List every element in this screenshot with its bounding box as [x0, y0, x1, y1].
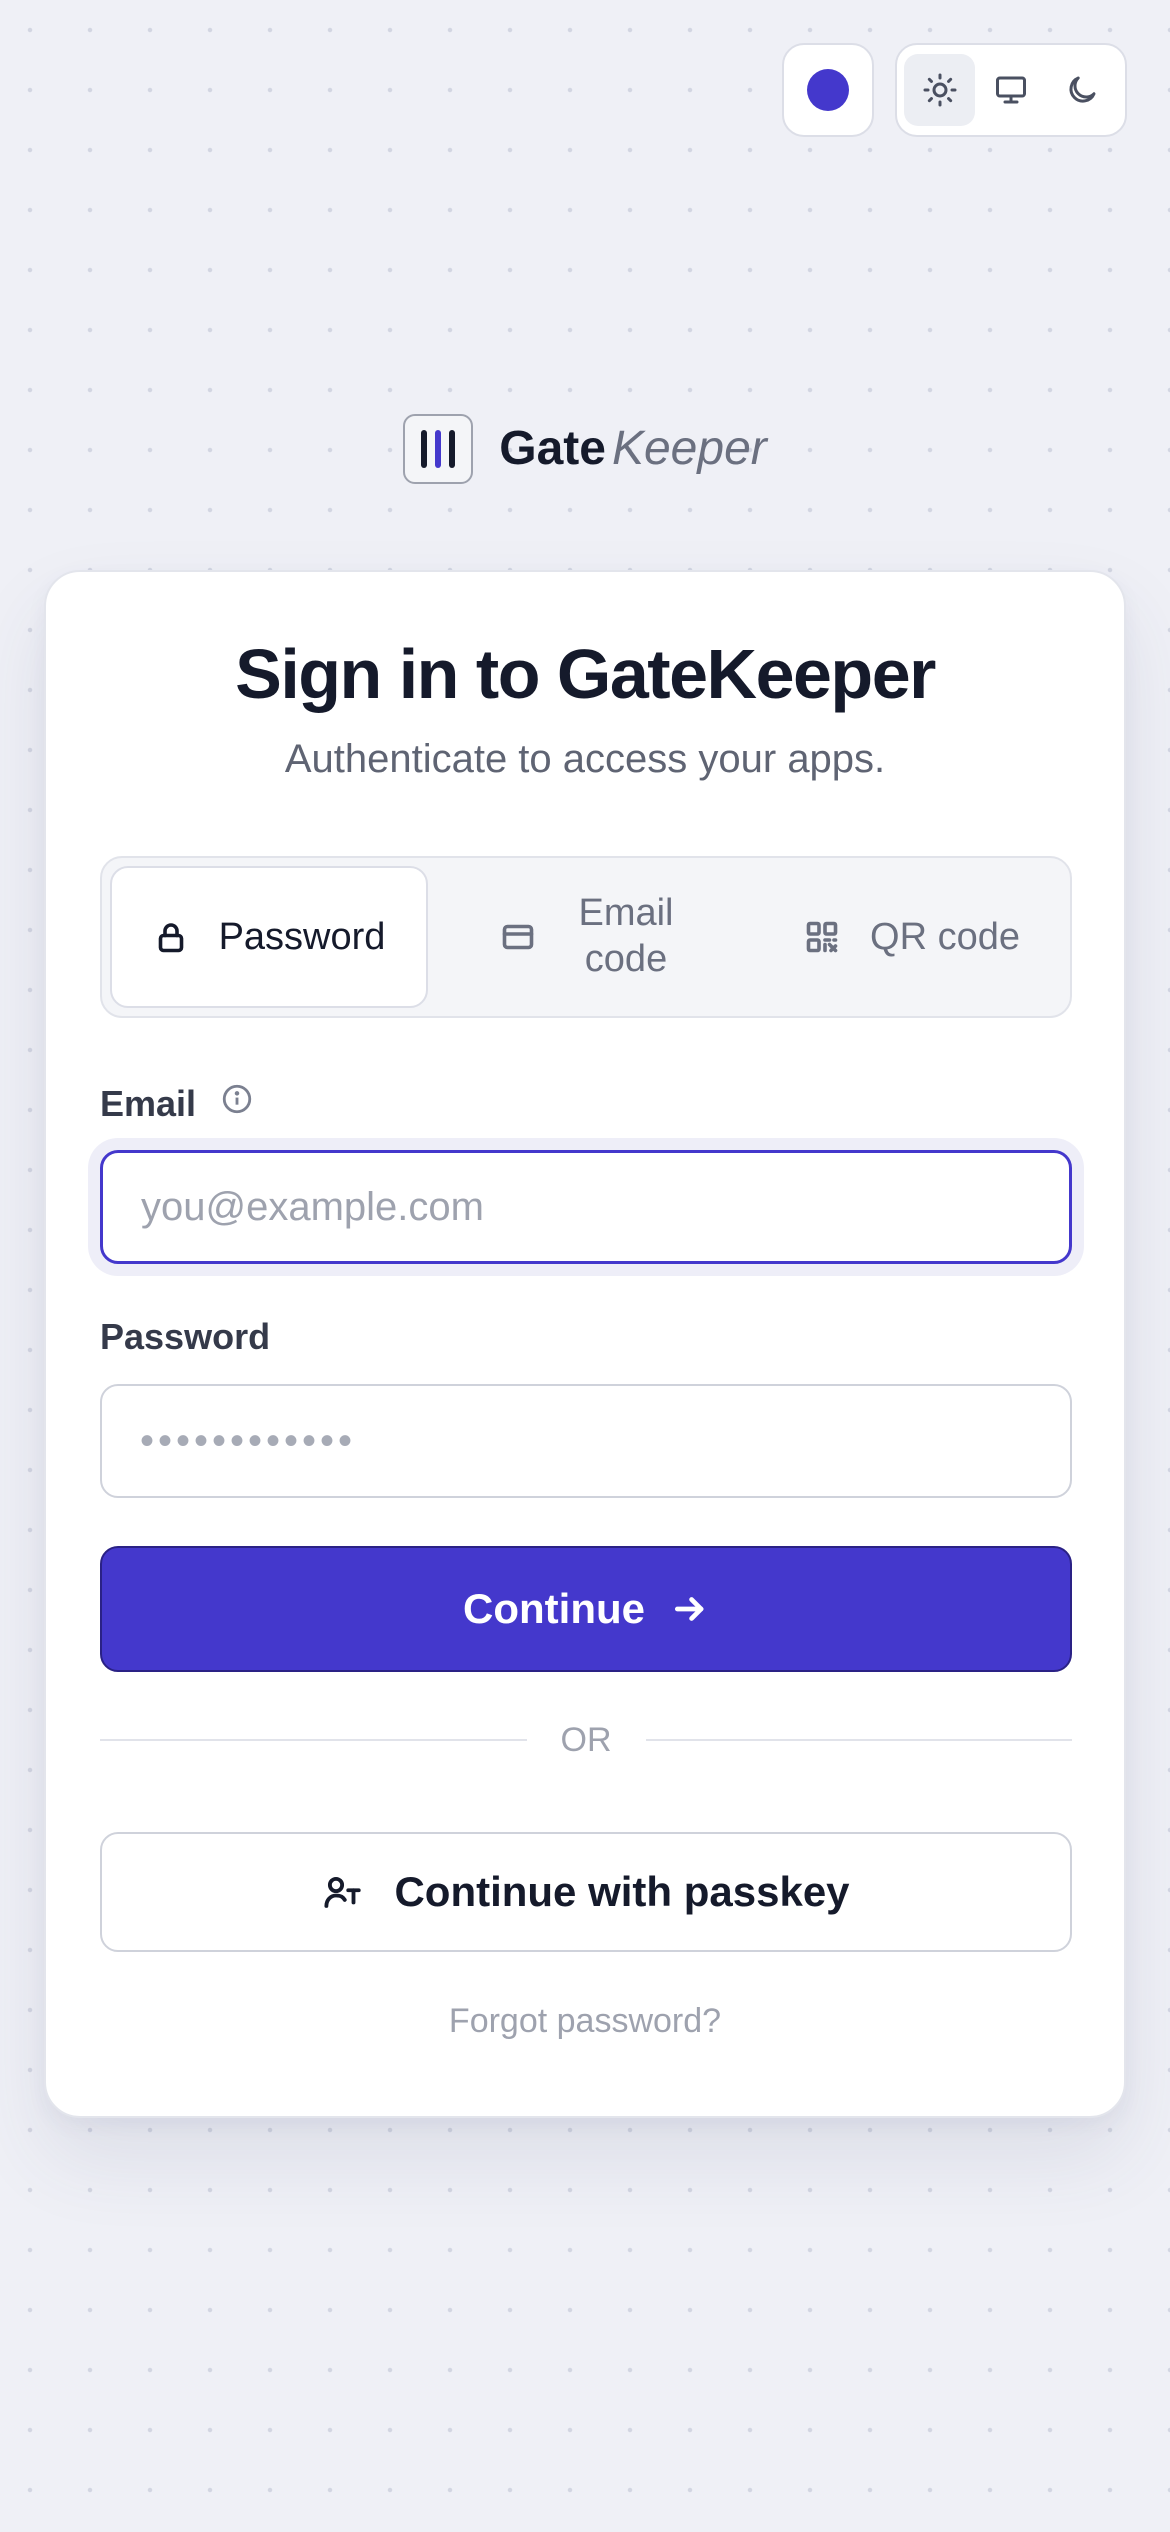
- email-field-wrapper: [100, 1150, 1072, 1264]
- password-field-wrapper[interactable]: ••••••••••••: [100, 1384, 1072, 1498]
- sun-icon: [923, 73, 957, 107]
- tab-qr-code[interactable]: QR code: [758, 866, 1066, 1008]
- three-bars-logo-icon: [403, 414, 474, 484]
- continue-button-label: Continue: [463, 1585, 645, 1632]
- email-label-row: Email: [100, 1082, 254, 1125]
- theme-system-button[interactable]: [975, 54, 1046, 126]
- tab-qr-code-label: QR code: [870, 915, 1020, 958]
- tab-email-code[interactable]: Email code: [434, 866, 752, 1008]
- theme-light-button[interactable]: [904, 54, 976, 126]
- tab-password[interactable]: Password: [110, 866, 428, 1008]
- brand-logo: Gate Keeper: [0, 413, 1170, 485]
- email-input[interactable]: [141, 1184, 1031, 1230]
- or-text: OR: [560, 1720, 612, 1759]
- passkey-icon: [324, 1876, 362, 1908]
- monitor-icon: [995, 76, 1026, 104]
- accent-color-picker[interactable]: [782, 43, 874, 137]
- arrow-right-icon: [674, 1597, 704, 1621]
- info-icon[interactable]: [220, 1082, 254, 1125]
- page-title: Sign in to GateKeeper: [235, 635, 936, 713]
- card-icon: [502, 924, 534, 950]
- qr-code-icon: [806, 921, 838, 953]
- passkey-button[interactable]: Continue with passkey: [100, 1832, 1072, 1952]
- signin-card: Sign in to GateKeeper Authenticate to ac…: [44, 570, 1126, 2118]
- theme-dark-button[interactable]: [1047, 54, 1118, 126]
- brand-name-italic: Keeper: [611, 422, 767, 475]
- page-subtitle: Authenticate to access your apps.: [284, 737, 886, 781]
- divider-line-left: [100, 1739, 527, 1741]
- password-label: Password: [100, 1316, 271, 1357]
- password-label-row: Password: [100, 1316, 270, 1358]
- brand-name: Gate Keeper: [499, 425, 767, 473]
- or-divider: OR: [100, 1718, 1072, 1762]
- theme-toggle: [895, 43, 1127, 137]
- tab-password-label: Password: [218, 915, 386, 958]
- accent-color-dot: [807, 69, 849, 111]
- password-input[interactable]: ••••••••••••: [140, 1419, 356, 1464]
- email-label: Email: [100, 1082, 197, 1124]
- passkey-button-label: Continue with passkey: [394, 1868, 850, 1915]
- auth-method-tabs: Password Email code QR code: [100, 856, 1072, 1018]
- tab-email-code-label: Email code: [578, 892, 674, 980]
- divider-line-right: [645, 1739, 1072, 1741]
- brand-name-bold: Gate: [499, 422, 606, 475]
- lock-icon: [158, 923, 183, 953]
- forgot-password-link[interactable]: Forgot password?: [46, 2002, 1124, 2041]
- continue-button[interactable]: Continue: [100, 1546, 1072, 1672]
- moon-icon: [1069, 76, 1096, 103]
